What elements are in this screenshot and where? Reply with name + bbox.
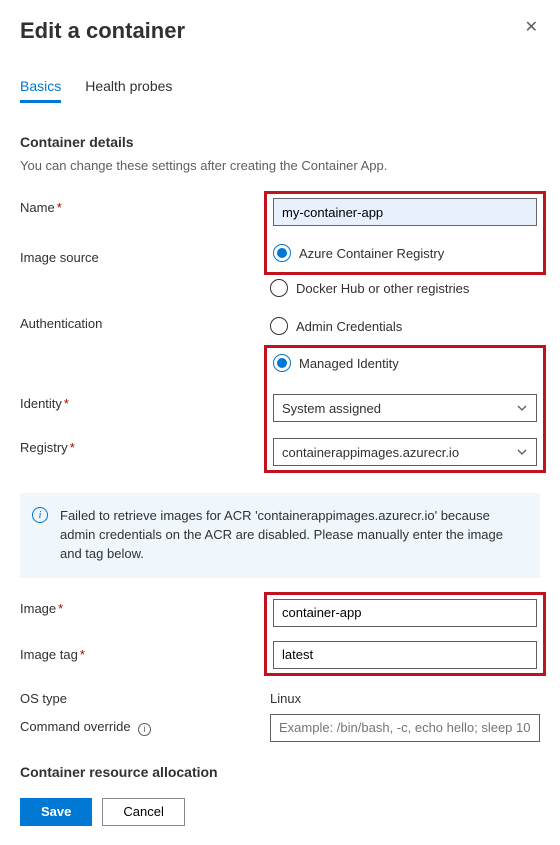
os-type-label: OS type [20, 686, 270, 706]
info-icon: i [32, 507, 48, 523]
close-icon[interactable]: ✕ [523, 18, 540, 38]
highlight-box-2: Managed Identity System assigned contain… [264, 345, 546, 473]
image-source-label: Image source [20, 245, 270, 265]
image-tag-label: Image tag* [20, 642, 270, 662]
container-details-heading: Container details [20, 134, 540, 150]
name-label: Name* [20, 195, 270, 215]
tabs: Basics Health probes [20, 72, 540, 104]
info-icon[interactable]: i [138, 723, 151, 736]
os-type-value: Linux [270, 686, 540, 706]
radio-docker[interactable]: Docker Hub or other registries [270, 279, 540, 297]
radio-admin-label: Admin Credentials [296, 319, 402, 334]
info-message-text: Failed to retrieve images for ACR 'conta… [60, 508, 503, 561]
image-input[interactable] [273, 599, 537, 627]
info-message: i Failed to retrieve images for ACR 'con… [20, 493, 540, 578]
chevron-down-icon [516, 402, 528, 414]
cancel-button[interactable]: Cancel [102, 798, 184, 826]
command-override-input[interactable] [270, 714, 540, 742]
radio-unselected-icon [270, 279, 288, 297]
image-tag-input[interactable] [273, 641, 537, 669]
highlight-box-3 [264, 592, 546, 676]
radio-managed[interactable]: Managed Identity [273, 354, 537, 372]
resource-allocation-heading: Container resource allocation [20, 764, 540, 780]
registry-label: Registry* [20, 435, 270, 455]
highlight-box-1: Azure Container Registry [264, 191, 546, 275]
tab-basics[interactable]: Basics [20, 72, 61, 103]
command-override-label: Command override i [20, 714, 270, 735]
authentication-label: Authentication [20, 311, 270, 331]
name-input[interactable] [273, 198, 537, 226]
image-label: Image* [20, 596, 270, 616]
radio-acr-label: Azure Container Registry [299, 246, 444, 261]
tab-health-probes[interactable]: Health probes [85, 72, 172, 103]
save-button[interactable]: Save [20, 798, 92, 826]
radio-selected-icon [273, 354, 291, 372]
panel-title: Edit a container [20, 18, 185, 44]
radio-acr[interactable]: Azure Container Registry [273, 244, 537, 262]
radio-selected-icon [273, 244, 291, 262]
registry-value: containerappimages.azurecr.io [282, 445, 459, 460]
identity-value: System assigned [282, 401, 381, 416]
registry-select[interactable]: containerappimages.azurecr.io [273, 438, 537, 466]
radio-admin[interactable]: Admin Credentials [270, 317, 540, 335]
identity-label: Identity* [20, 391, 270, 411]
container-details-desc: You can change these settings after crea… [20, 158, 540, 173]
radio-unselected-icon [270, 317, 288, 335]
radio-managed-label: Managed Identity [299, 356, 399, 371]
chevron-down-icon [516, 446, 528, 458]
radio-docker-label: Docker Hub or other registries [296, 281, 469, 296]
identity-select[interactable]: System assigned [273, 394, 537, 422]
